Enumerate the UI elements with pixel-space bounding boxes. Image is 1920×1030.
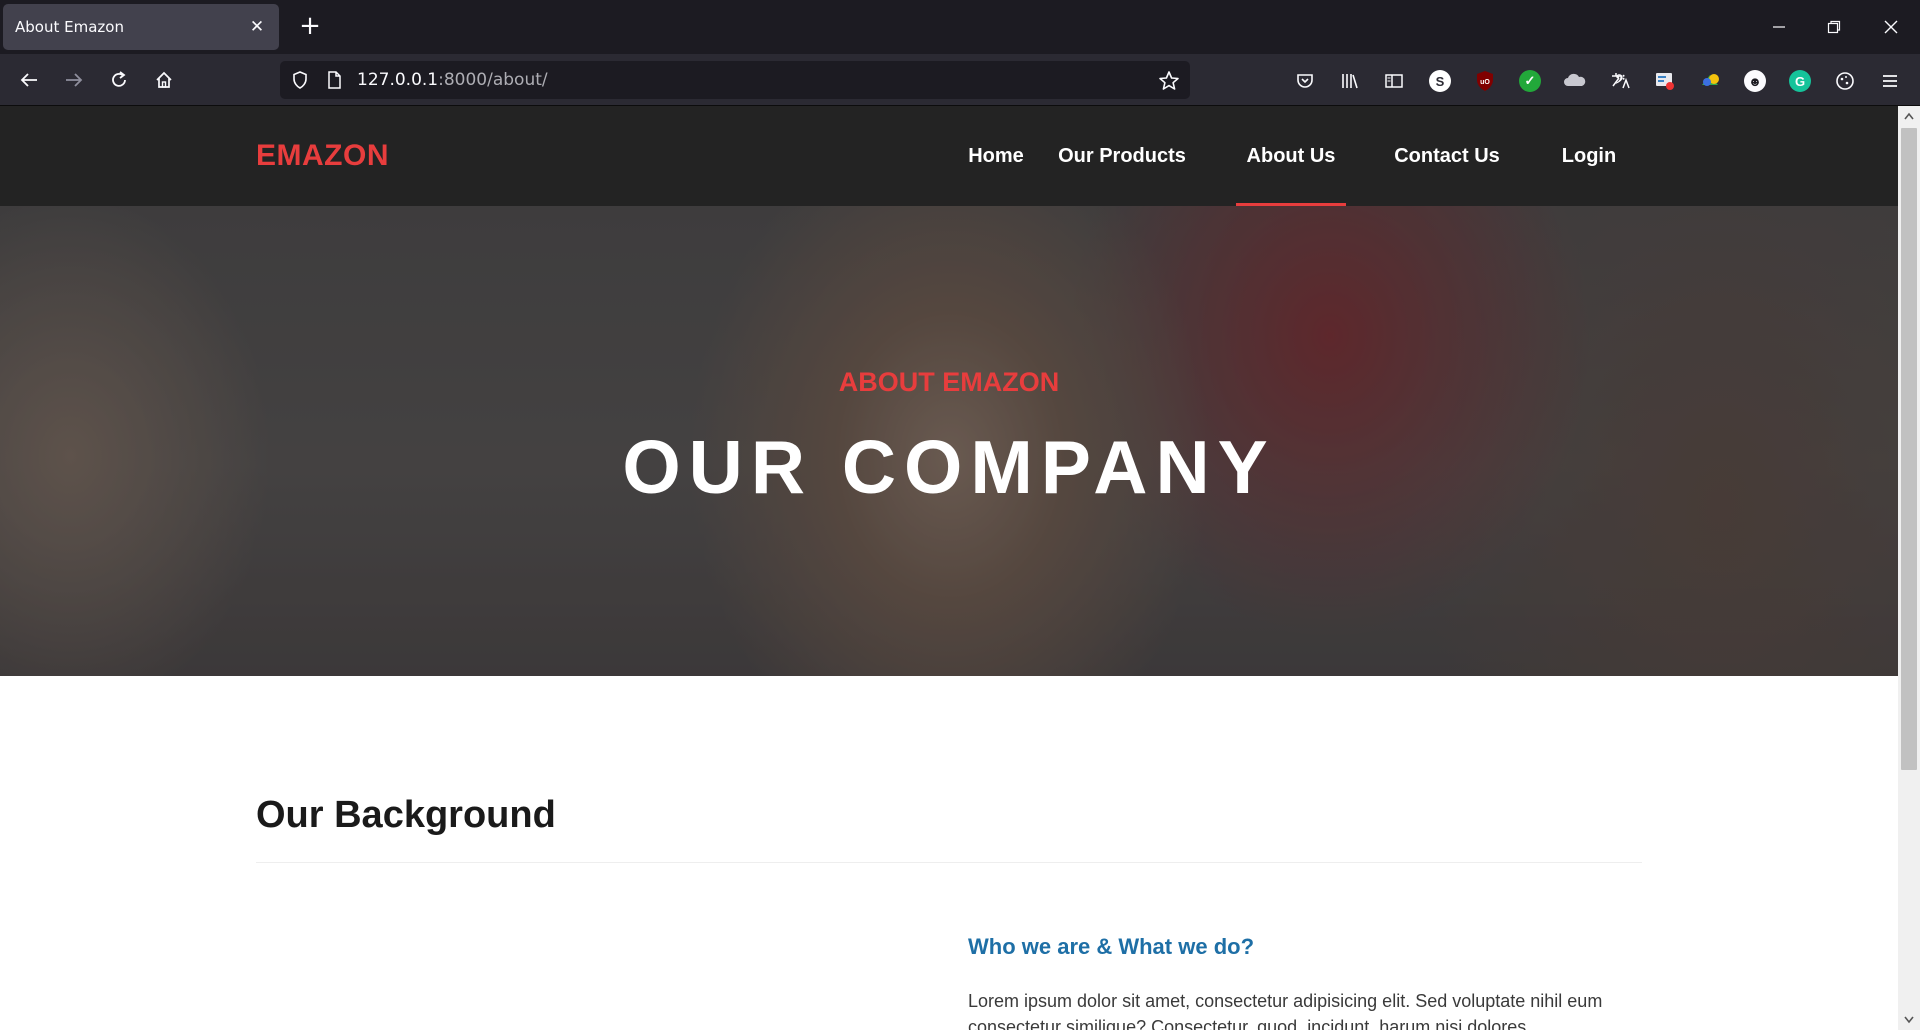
site-header: EMAZON Home Our Products About Us Contac… <box>0 106 1898 206</box>
nav-home[interactable]: Home <box>931 106 1061 206</box>
tab-strip: About Emazon ✕ + <box>0 0 1920 54</box>
image-icon[interactable] <box>1652 68 1678 94</box>
shield-icon[interactable] <box>290 70 310 90</box>
forward-icon[interactable] <box>56 62 92 98</box>
nav-about-us[interactable]: About Us <box>1236 106 1346 206</box>
site-logo[interactable]: EMAZON <box>256 106 389 206</box>
hero-banner: ABOUT EMAZON OUR COMPANY <box>0 206 1898 676</box>
tab-title: About Emazon <box>15 18 124 36</box>
url-text[interactable]: 127.0.0.1:8000/about/ <box>357 61 548 99</box>
url-bar[interactable]: 127.0.0.1:8000/about/ <box>280 61 1190 99</box>
tab-close-icon[interactable]: ✕ <box>247 17 267 37</box>
cookie-icon[interactable] <box>1832 68 1858 94</box>
svg-text:uO: uO <box>1480 79 1490 86</box>
hero-title: OUR COMPANY <box>622 425 1276 509</box>
check-icon[interactable]: ✓ <box>1517 68 1543 94</box>
nav-contact-us[interactable]: Contact Us <box>1387 106 1507 206</box>
skype-icon[interactable]: S <box>1427 68 1453 94</box>
scroll-down-icon[interactable] <box>1898 1010 1920 1030</box>
color-icon[interactable] <box>1697 68 1723 94</box>
section-title: Our Background <box>256 794 556 836</box>
url-host: 127.0.0.1 <box>357 70 439 90</box>
page-info-icon[interactable] <box>324 70 344 90</box>
hero-subtitle: ABOUT EMAZON <box>838 367 1060 397</box>
scroll-up-icon[interactable] <box>1898 106 1920 126</box>
bookmark-star-icon[interactable] <box>1158 70 1180 92</box>
new-tab-button[interactable]: + <box>292 9 328 45</box>
ublock-icon[interactable]: uO <box>1472 68 1498 94</box>
section-divider <box>256 862 1642 863</box>
pocket-icon[interactable] <box>1292 68 1318 94</box>
browser-tab[interactable]: About Emazon ✕ <box>3 4 279 50</box>
nav-login[interactable]: Login <box>1554 106 1624 206</box>
page-scrollbar[interactable] <box>1898 106 1920 1030</box>
sidebar-icon[interactable] <box>1381 68 1407 94</box>
close-window-icon[interactable] <box>1873 10 1909 44</box>
url-path: :8000/about/ <box>438 70 548 90</box>
reload-icon[interactable] <box>101 62 137 98</box>
page-viewport: EMAZON Home Our Products About Us Contac… <box>0 106 1898 1030</box>
nav-our-products[interactable]: Our Products <box>1057 106 1187 206</box>
scrollbar-thumb[interactable] <box>1901 128 1917 770</box>
grammarly-icon[interactable]: G <box>1787 68 1813 94</box>
restore-icon[interactable] <box>1816 10 1852 44</box>
translate-icon[interactable]: 𝄢 <box>1607 68 1633 94</box>
who-we-are-heading: Who we are & What we do? <box>968 934 1255 959</box>
back-icon[interactable] <box>11 62 47 98</box>
library-icon[interactable] <box>1337 68 1363 94</box>
cloud-icon[interactable] <box>1562 68 1588 94</box>
face-icon[interactable]: ☻ <box>1742 68 1768 94</box>
minimize-icon[interactable] <box>1761 10 1797 44</box>
home-icon[interactable] <box>146 62 182 98</box>
menu-icon[interactable] <box>1877 68 1903 94</box>
background-paragraph: Lorem ipsum dolor sit amet, consectetur … <box>968 991 1603 1030</box>
